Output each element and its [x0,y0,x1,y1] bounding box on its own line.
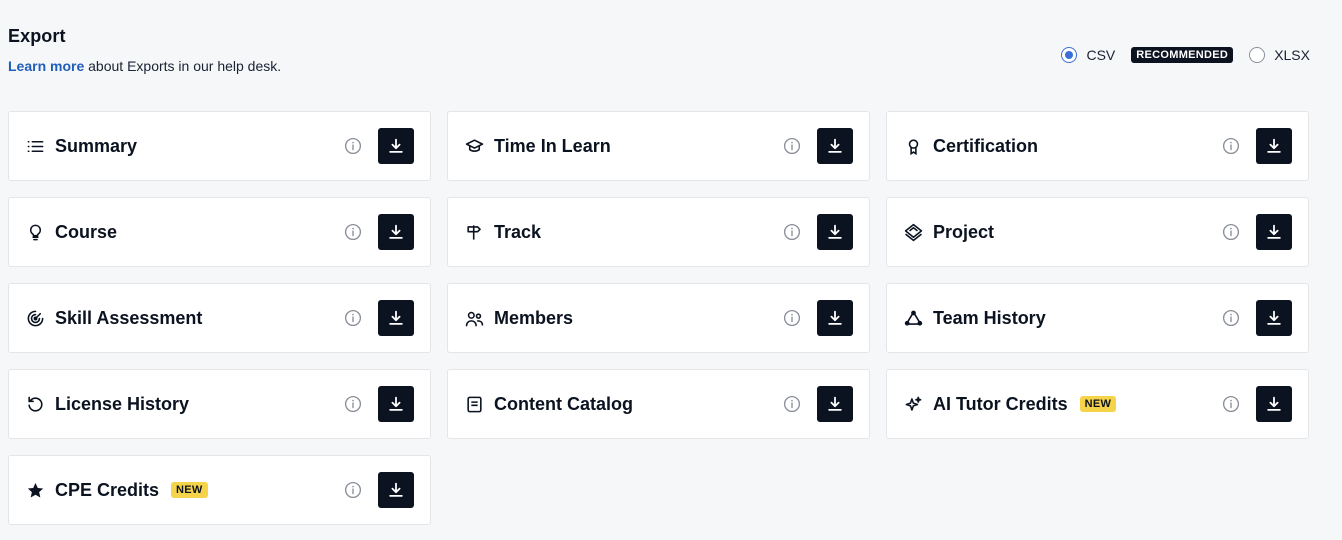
recommended-badge: RECOMMENDED [1131,47,1234,63]
download-icon [826,309,844,327]
info-icon[interactable] [783,223,801,241]
download-button[interactable] [1256,128,1292,164]
export-card-team-history: Team History [886,283,1309,353]
export-card-label: Team History [933,307,1046,328]
download-button[interactable] [378,214,414,250]
catalog-icon [464,394,484,414]
download-button[interactable] [1256,386,1292,422]
graduation-cap-icon [464,136,484,156]
signpost-icon [464,222,484,242]
export-card-label: License History [55,393,190,414]
team-triangle-icon [903,308,923,328]
info-icon[interactable] [1222,137,1240,155]
export-card-label: Certification [933,135,1039,156]
export-card-course: Course [8,197,431,267]
export-card-content-catalog: Content Catalog [447,369,870,439]
radar-icon [25,308,45,328]
sparkles-icon [903,394,923,414]
info-icon[interactable] [783,309,801,327]
download-button[interactable] [817,386,853,422]
export-card-label: Content Catalog [494,393,633,414]
download-button[interactable] [378,386,414,422]
download-button[interactable] [817,128,853,164]
list-icon [25,136,45,156]
export-card-project: Project [886,197,1309,267]
download-icon [826,395,844,413]
help-text-rest: about Exports in our help desk. [84,58,282,74]
export-card-summary: Summary [8,111,431,181]
export-card-track: Track [447,197,870,267]
download-icon [387,481,405,499]
download-button[interactable] [378,300,414,336]
download-icon [387,137,405,155]
lightbulb-icon [25,222,45,242]
export-card-label: Track [494,221,542,242]
download-icon [1265,223,1283,241]
export-card-cpe-credits: CPE Credits NEW [8,455,431,525]
download-button[interactable] [817,300,853,336]
info-icon[interactable] [783,137,801,155]
download-button[interactable] [1256,300,1292,336]
info-icon[interactable] [344,395,362,413]
star-icon [25,480,45,500]
download-button[interactable] [817,214,853,250]
export-card-label: AI Tutor Credits [933,393,1068,414]
page-title: Export [8,26,66,46]
xlsx-label[interactable]: XLSX [1274,47,1310,63]
info-icon[interactable] [344,481,362,499]
xlsx-radio[interactable] [1249,47,1266,63]
export-card-label: Summary [55,135,138,156]
download-icon [1265,395,1283,413]
history-icon [25,394,45,414]
export-card-label: Project [933,221,995,242]
download-button[interactable] [378,472,414,508]
download-button[interactable] [378,128,414,164]
export-card-label: Members [494,307,574,328]
info-icon[interactable] [783,395,801,413]
info-icon[interactable] [344,223,362,241]
info-icon[interactable] [1222,223,1240,241]
export-card-members: Members [447,283,870,353]
download-button[interactable] [1256,214,1292,250]
new-badge: NEW [1079,396,1117,412]
export-card-label: Skill Assessment [55,307,203,328]
info-icon[interactable] [344,137,362,155]
new-badge: NEW [171,482,208,498]
export-card-label: Time In Learn [494,135,611,156]
export-card-certification: Certification [886,111,1309,181]
users-icon [464,308,484,328]
download-icon [826,223,844,241]
award-icon [903,136,923,156]
export-card-time-in-learn: Time In Learn [447,111,870,181]
export-card-label: CPE Credits [55,479,160,500]
download-icon [1265,309,1283,327]
download-icon [826,137,844,155]
download-icon [1265,137,1283,155]
export-card-ai-tutor-credits: AI Tutor Credits NEW [886,369,1309,439]
layers-icon [903,222,923,242]
info-icon[interactable] [1222,309,1240,327]
export-card-skill-assessment: Skill Assessment [8,283,431,353]
learn-more-link[interactable]: Learn more [8,58,84,74]
download-icon [387,223,405,241]
export-header: Export Learn more about Exports in our h… [8,26,281,74]
csv-radio[interactable] [1061,47,1078,63]
csv-label[interactable]: CSV [1086,47,1115,63]
export-cards-grid: Summary Time In Learn Certification Course T… [8,111,1309,525]
export-card-license-history: License History [8,369,431,439]
download-icon [387,309,405,327]
format-selector: CSV RECOMMENDED XLSX [1061,47,1310,63]
info-icon[interactable] [344,309,362,327]
export-card-label: Course [55,221,118,242]
help-text: Learn more about Exports in our help des… [8,58,281,74]
download-icon [387,395,405,413]
info-icon[interactable] [1222,395,1240,413]
